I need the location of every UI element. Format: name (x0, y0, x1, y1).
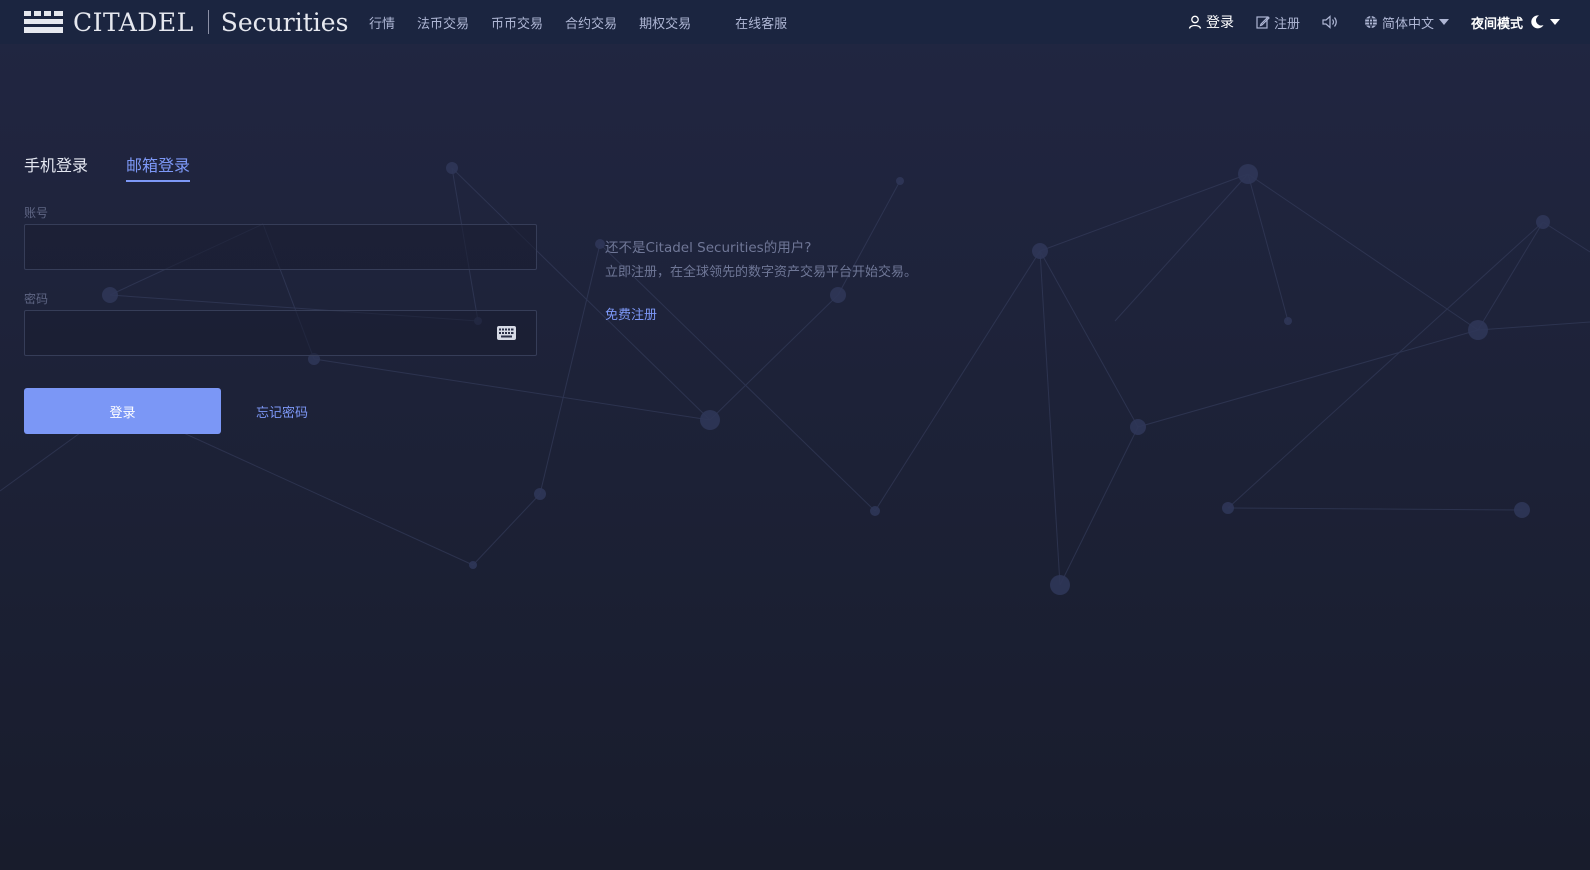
citadel-logo[interactable]: CITADEL Securities (24, 7, 349, 37)
login-actions: 登录 忘记密码 (24, 388, 537, 434)
nav-item-options-trading[interactable]: 期权交易 (639, 13, 691, 32)
speaker-icon (1322, 15, 1337, 29)
chevron-down-icon (1438, 19, 1449, 25)
promo-title: 还不是Citadel Securities的用户? (605, 240, 812, 256)
forgot-password-link[interactable]: 忘记密码 (256, 402, 308, 421)
free-register-link[interactable]: 免费注册 (605, 304, 657, 323)
main-nav: 行情 法币交易 币币交易 合约交易 期权交易 在线客服 (369, 0, 809, 44)
brand-subname: Securities (220, 7, 349, 37)
login-form: 手机登录 邮箱登录 账号 密码 登录 忘记密码 (24, 150, 537, 434)
brand-divider (207, 10, 209, 34)
password-label: 密码 (24, 292, 49, 306)
header-tools: 登录 注册 简体中文 夜间模式 (1166, 0, 1560, 44)
tab-phone-login[interactable]: 手机登录 (24, 150, 88, 182)
nav-item-fiat-trading[interactable]: 法币交易 (417, 13, 469, 32)
tab-email-login[interactable]: 邮箱登录 (126, 150, 191, 182)
header-register-link[interactable]: 注册 (1256, 13, 1300, 32)
nav-item-market[interactable]: 行情 (369, 13, 395, 32)
nav-item-contract-trading[interactable]: 合约交易 (565, 13, 617, 32)
brand-name: CITADEL (73, 7, 194, 37)
login-submit-button[interactable]: 登录 (24, 388, 221, 434)
login-tabs: 手机登录 邮箱登录 (24, 150, 537, 184)
keyboard-icon[interactable] (497, 326, 516, 340)
header-login-link[interactable]: 登录 (1188, 12, 1234, 32)
chevron-down-icon (1550, 19, 1560, 25)
night-mode-label: 夜间模式 (1470, 16, 1523, 32)
password-input[interactable] (25, 311, 536, 355)
account-field-box (24, 224, 537, 270)
user-icon (1188, 15, 1202, 29)
nav-item-online-service[interactable]: 在线客服 (735, 13, 787, 32)
register-promo: 还不是Citadel Securities的用户? 立即注册，在全球领先的数字资… (605, 236, 917, 323)
promo-description: 立即注册，在全球领先的数字资产交易平台开始交易。 (605, 265, 918, 280)
header-register-label: 注册 (1273, 16, 1300, 32)
sound-toggle[interactable] (1322, 15, 1342, 29)
edit-icon (1256, 16, 1270, 29)
language-label: 简体中文 (1381, 16, 1434, 32)
password-field-box (24, 310, 537, 356)
language-selector[interactable]: 简体中文 (1364, 13, 1449, 32)
account-label: 账号 (24, 206, 49, 220)
account-input[interactable] (25, 225, 536, 269)
globe-icon (1364, 15, 1377, 29)
night-mode-toggle[interactable]: 夜间模式 (1471, 13, 1560, 32)
top-navigation-bar: CITADEL Securities 行情 法币交易 币币交易 合约交易 期权交… (0, 0, 1590, 44)
header-login-label: 登录 (1205, 15, 1234, 31)
moon-icon (1531, 15, 1544, 29)
citadel-logo-icon (24, 11, 63, 33)
nav-item-spot-trading[interactable]: 币币交易 (491, 13, 543, 32)
